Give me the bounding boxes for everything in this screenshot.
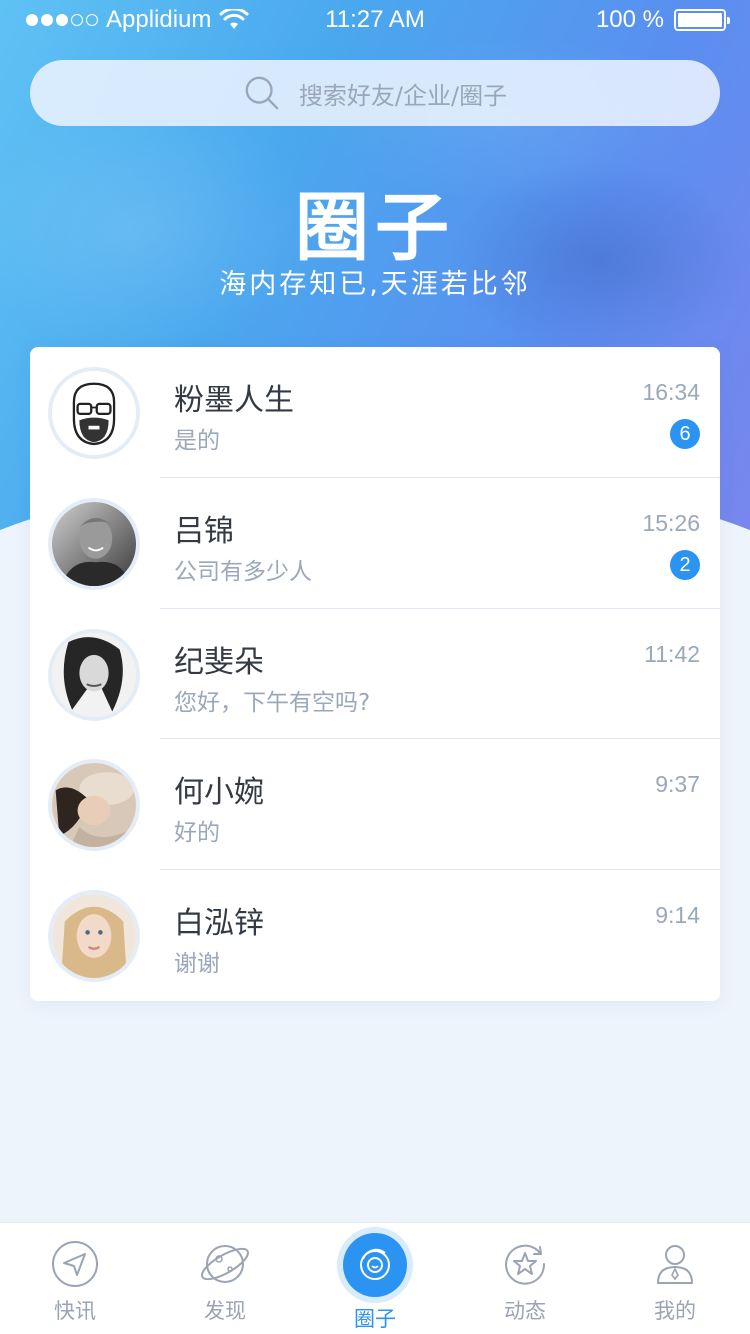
last-message: 是的 — [174, 428, 220, 454]
send-icon — [52, 1241, 98, 1287]
message-time: 9:37 — [655, 771, 700, 798]
tab-label: 快讯 — [54, 1299, 96, 1323]
unread-badge: 2 — [670, 549, 700, 580]
conversation-row[interactable]: 何小婉 好的 9:37 — [30, 739, 720, 871]
avatar — [48, 367, 140, 459]
tab-circle-icon-wrap — [343, 1233, 407, 1297]
conversation-row[interactable]: 粉墨人生 是的 16:34 6 — [30, 347, 720, 478]
tab-mine[interactable]: 我的 — [600, 1223, 750, 1334]
profile-icon — [657, 1245, 693, 1284]
avatar-photo-woman-icon — [52, 894, 136, 979]
status-bar: Applidium 11:27 AM 100 % — [0, 0, 750, 40]
tab-circle[interactable]: 圈子 — [300, 1223, 450, 1334]
contact-name: 纪斐朵 — [174, 644, 264, 680]
contact-name: 白泓锌 — [174, 906, 264, 942]
avatar — [48, 628, 140, 721]
conversation-row[interactable]: 白泓锌 谢谢 9:14 — [30, 870, 720, 1001]
tab-news[interactable]: 快讯 — [0, 1223, 150, 1334]
avatar — [48, 890, 140, 983]
message-time: 11:42 — [644, 640, 700, 667]
avatar-cartoon-man-icon — [52, 371, 136, 455]
contact-name: 吕锦 — [174, 513, 234, 549]
battery-percent: 100 % — [595, 6, 664, 33]
last-message: 您好，下午有空吗? — [174, 689, 371, 716]
avatar — [48, 759, 140, 852]
circle-icon — [360, 1248, 390, 1280]
message-time: 9:14 — [655, 902, 700, 929]
contact-name: 粉墨人生 — [174, 383, 294, 418]
search-input[interactable]: 搜索好友/企业/圈子 — [299, 76, 507, 111]
conversation-row[interactable]: 纪斐朵 您好，下午有空吗? 11:42 — [30, 609, 720, 740]
tab-bar: 快讯 发现 圈子 动态 我的 — [0, 1222, 750, 1334]
tab-discover[interactable]: 发现 — [150, 1223, 300, 1334]
search-icon — [245, 76, 279, 110]
planet-icon — [201, 1245, 249, 1283]
page-subtitle: 海内存知已,天涯若比邻 — [219, 269, 531, 300]
last-message: 公司有多少人 — [174, 558, 312, 585]
search-bar[interactable]: 搜索好友/企业/圈子 — [30, 60, 720, 126]
page-title: 圈子 — [295, 185, 455, 271]
message-time: 16:34 — [642, 379, 700, 405]
conversation-row[interactable]: 吕锦 公司有多少人 15:26 2 — [30, 478, 720, 609]
tab-moments[interactable]: 动态 — [450, 1223, 600, 1334]
last-message: 好的 — [174, 820, 220, 847]
status-right: 100 % — [595, 6, 730, 34]
unread-badge: 6 — [670, 419, 700, 449]
message-time: 15:26 — [642, 509, 700, 536]
tab-label: 动态 — [504, 1299, 546, 1323]
battery-icon — [674, 9, 730, 31]
last-message: 谢谢 — [174, 951, 220, 978]
avatar-photo-woman-icon — [52, 763, 136, 848]
tab-label: 圈子 — [354, 1307, 396, 1331]
tab-label: 我的 — [654, 1299, 696, 1323]
conversation-list: 粉墨人生 是的 16:34 6 吕锦 公司有多少人 15:26 2 纪斐朵 您好… — [30, 347, 720, 1001]
star-icon — [505, 1244, 546, 1285]
avatar — [48, 497, 140, 590]
avatar-photo-man-icon — [52, 501, 136, 586]
contact-name: 何小婉 — [174, 775, 264, 811]
tab-label: 发现 — [204, 1299, 246, 1323]
avatar-photo-woman-icon — [52, 632, 136, 717]
